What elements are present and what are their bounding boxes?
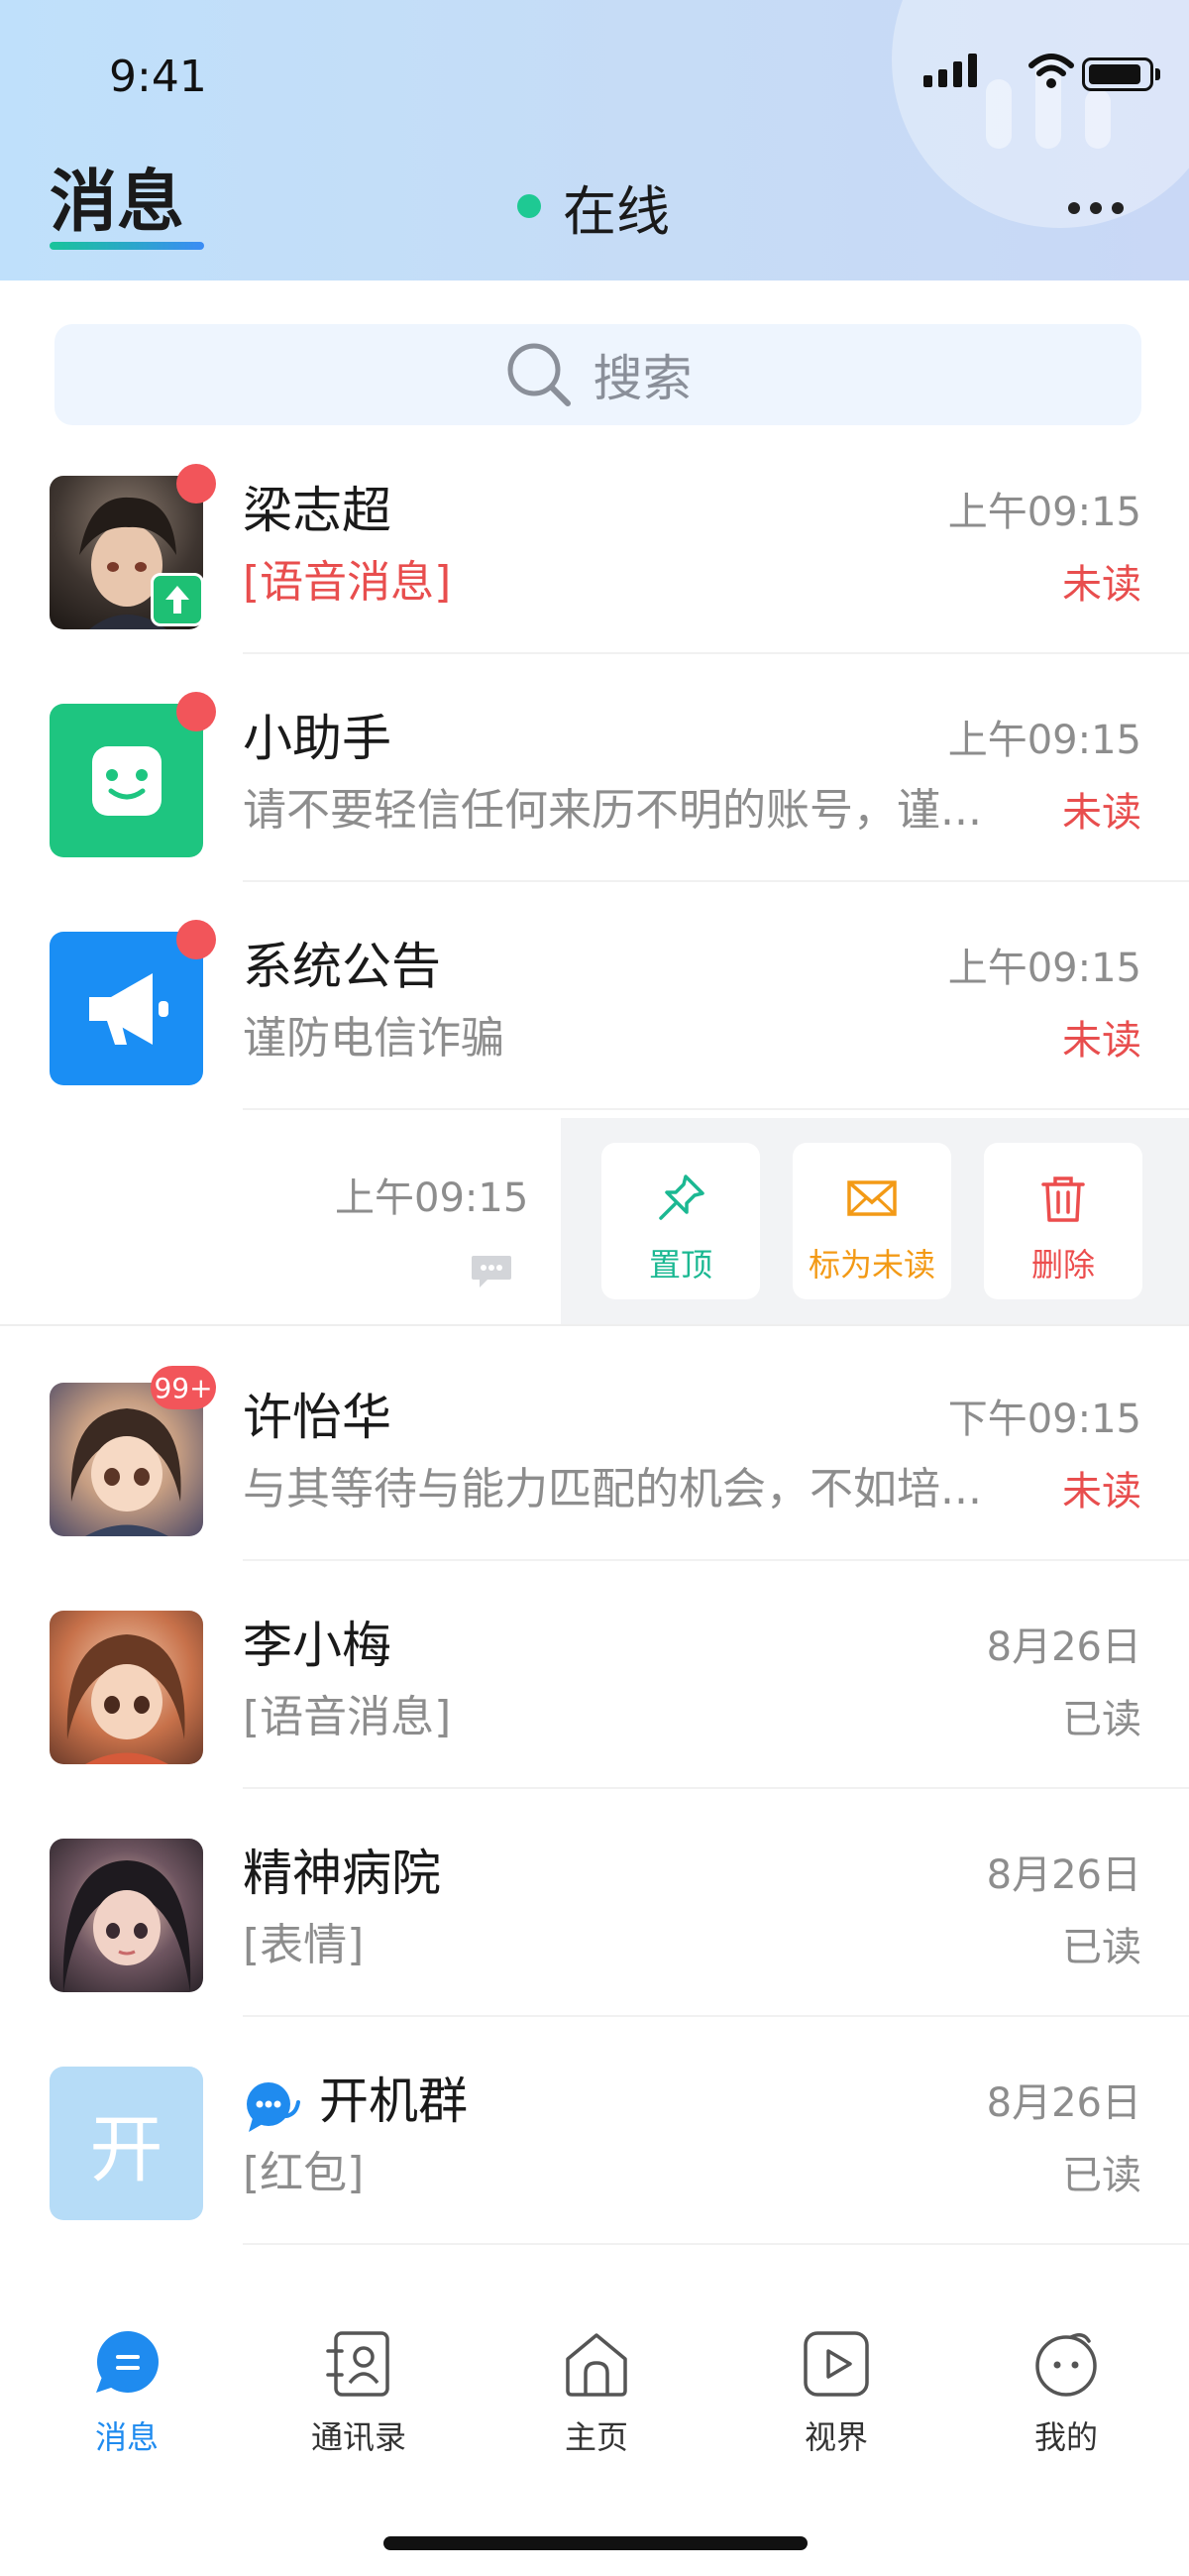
title-underline xyxy=(50,242,204,250)
chat-icon xyxy=(96,2331,159,2393)
message-time: 下午09:15 xyxy=(947,1397,1141,1442)
contact-name: 许怡华 xyxy=(243,1389,391,1446)
battery-icon xyxy=(1082,57,1160,91)
header: 9:41 消息 在线 xyxy=(0,0,1189,280)
status-time: 9:41 xyxy=(109,52,207,102)
conversation-row[interactable]: 开 开机群 [红包] 8月26日 已读 xyxy=(0,2017,1189,2245)
unread-dot xyxy=(176,464,216,504)
avatar xyxy=(50,1839,203,1992)
online-status[interactable]: 在线 xyxy=(517,176,670,243)
assistant-avatar-icon xyxy=(50,704,203,857)
mark-unread-button[interactable]: 标为未读 xyxy=(793,1143,951,1299)
message-preview: [表情] xyxy=(243,1920,365,1970)
swiped-conversation-row[interactable]: 上午09:15 置顶 标为未读 删除 xyxy=(0,1118,1189,1326)
contacts-icon xyxy=(326,2331,389,2397)
megaphone-avatar-icon xyxy=(50,932,203,1085)
tab-vision[interactable]: 视界 xyxy=(757,2329,916,2478)
chat-bubble-icon xyxy=(472,1256,511,1288)
contact-name: 梁志超 xyxy=(243,482,391,539)
read-status: 未读 xyxy=(1062,1469,1141,1514)
home-indicator xyxy=(383,2536,808,2550)
unread-count-badge: 99+ xyxy=(151,1366,216,1409)
group-avatar: 开 xyxy=(50,2067,203,2220)
message-preview: [红包] xyxy=(243,2148,365,2198)
unread-dot xyxy=(176,692,216,731)
unread-dot xyxy=(176,920,216,959)
read-status: 未读 xyxy=(1062,1018,1141,1064)
tab-contacts[interactable]: 通讯录 xyxy=(279,2329,438,2478)
search-icon xyxy=(507,343,571,406)
conversation-row[interactable]: 梁志超 [语音消息] 上午09:15 未读 xyxy=(0,426,1189,654)
pin-label: 置顶 xyxy=(648,1246,712,1284)
conversation-row[interactable]: 李小梅 [语音消息] 8月26日 已读 xyxy=(0,1561,1189,1789)
status-icons xyxy=(923,52,1160,91)
online-label: 在线 xyxy=(563,179,670,243)
message-time: 上午09:15 xyxy=(947,718,1141,763)
message-preview: 谨防电信诈骗 xyxy=(243,1013,504,1064)
message-preview: 与其等待与能力匹配的机会，不如培... xyxy=(243,1464,982,1514)
tab-label: 视界 xyxy=(804,2418,868,2456)
read-status: 已读 xyxy=(1062,2153,1141,2198)
message-time: 上午09:15 xyxy=(335,1176,529,1221)
message-preview: [语音消息] xyxy=(243,1692,452,1742)
conversation-row[interactable]: 小助手 请不要轻信任何来历不明的账号，谨... 上午09:15 未读 xyxy=(0,654,1189,882)
message-time: 8月26日 xyxy=(986,1852,1141,1898)
pin-icon xyxy=(659,1175,704,1220)
pin-button[interactable]: 置顶 xyxy=(601,1143,760,1299)
message-time: 8月26日 xyxy=(986,2080,1141,2126)
tab-label: 消息 xyxy=(94,2418,159,2456)
profile-icon xyxy=(1035,2333,1097,2397)
message-time: 上午09:15 xyxy=(947,946,1141,991)
conversation-row[interactable]: 系统公告 谨防电信诈骗 上午09:15 未读 xyxy=(0,882,1189,1110)
tab-messages[interactable]: 消息 xyxy=(48,2329,206,2478)
group-chat-icon xyxy=(247,2082,300,2132)
message-time: 上午09:15 xyxy=(947,490,1141,535)
home-icon xyxy=(566,2333,627,2397)
tab-profile[interactable]: 我的 xyxy=(987,2329,1145,2478)
row-divider xyxy=(243,1108,1189,1110)
tab-home[interactable]: 主页 xyxy=(517,2329,676,2478)
tab-label: 通讯录 xyxy=(310,2418,406,2456)
tab-bar: 消息 通讯录 主页 视界 我的 xyxy=(0,2309,1189,2498)
avatar xyxy=(50,1611,203,1764)
delete-label: 删除 xyxy=(1030,1246,1095,1284)
page-title: 消息 xyxy=(50,164,185,242)
mark-unread-label: 标为未读 xyxy=(808,1246,935,1284)
swipe-action-panel: 置顶 标为未读 删除 xyxy=(561,1118,1189,1324)
upload-badge-icon xyxy=(151,573,204,626)
delete-button[interactable]: 删除 xyxy=(984,1143,1142,1299)
read-status: 已读 xyxy=(1062,1925,1141,1970)
tab-label: 我的 xyxy=(1033,2418,1098,2456)
contact-name: 开机群 xyxy=(319,2072,468,2130)
message-preview: 请不要轻信任何来历不明的账号，谨... xyxy=(243,785,982,836)
tab-label: 主页 xyxy=(564,2418,628,2456)
search-bar[interactable]: 搜索 xyxy=(54,324,1141,425)
search-placeholder: 搜索 xyxy=(593,350,693,407)
contact-name: 李小梅 xyxy=(243,1617,391,1674)
contact-name: 小助手 xyxy=(243,710,391,767)
read-status: 未读 xyxy=(1062,562,1141,608)
message-time: 8月26日 xyxy=(986,1624,1141,1670)
play-icon xyxy=(804,2331,869,2397)
contact-name: 精神病院 xyxy=(243,1845,441,1902)
more-icon[interactable] xyxy=(1068,198,1128,218)
online-dot-icon xyxy=(517,194,541,218)
trash-icon xyxy=(1041,1176,1085,1222)
contact-name: 系统公告 xyxy=(243,938,441,995)
envelope-icon xyxy=(847,1180,897,1216)
row-divider xyxy=(243,2243,1189,2245)
wifi-icon xyxy=(1028,54,1074,88)
conversation-row[interactable]: 精神病院 [表情] 8月26日 已读 xyxy=(0,1789,1189,2017)
message-preview: [语音消息] xyxy=(243,557,452,608)
read-status: 已读 xyxy=(1062,1697,1141,1742)
read-status: 未读 xyxy=(1062,790,1141,836)
